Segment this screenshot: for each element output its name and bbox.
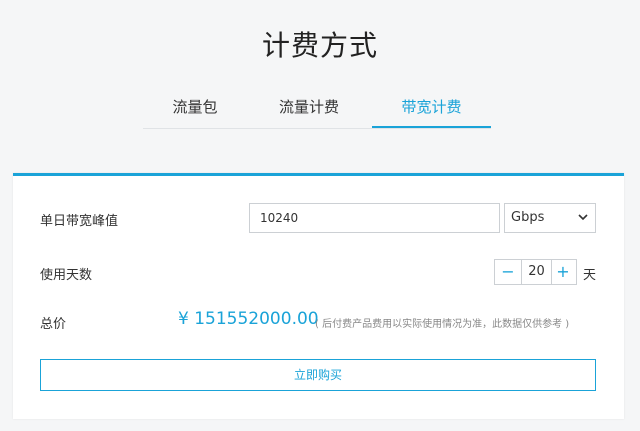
peak-bandwidth-label: 单日带宽峰值 — [40, 214, 119, 229]
price-note: ( 后付费产品费用以实际使用情况为准，此数据仅供参考 ) — [315, 319, 570, 330]
days-value[interactable]: 20 — [521, 260, 552, 284]
page-title: 计费方式 — [261, 29, 378, 62]
buy-now-button[interactable]: 立即购买 — [40, 359, 596, 391]
total-label: 总价 — [40, 317, 67, 332]
tab-bandwidth-billing[interactable]: 带宽计费 — [372, 92, 491, 128]
tab-traffic-billing[interactable]: 流量计费 — [257, 92, 361, 128]
unit-select-value: Gbps — [511, 210, 545, 225]
increment-button[interactable]: + — [550, 260, 576, 284]
billing-panel: 单日带宽峰值 Gbps 使用天数 − 20 + 天 总价 ¥ 151552000… — [13, 173, 624, 419]
peak-bandwidth-input[interactable] — [249, 203, 500, 233]
days-stepper: − 20 + — [494, 259, 577, 285]
days-label: 使用天数 — [40, 268, 93, 283]
tab-traffic-package[interactable]: 流量包 — [143, 92, 247, 128]
chevron-down-icon — [578, 214, 588, 221]
billing-tabs: 流量包 流量计费 带宽计费 — [143, 92, 491, 129]
unit-select[interactable]: Gbps — [504, 203, 596, 233]
total-price: ¥ 151552000.00 — [178, 309, 319, 329]
decrement-button[interactable]: − — [495, 260, 521, 284]
days-unit: 天 — [583, 268, 597, 283]
